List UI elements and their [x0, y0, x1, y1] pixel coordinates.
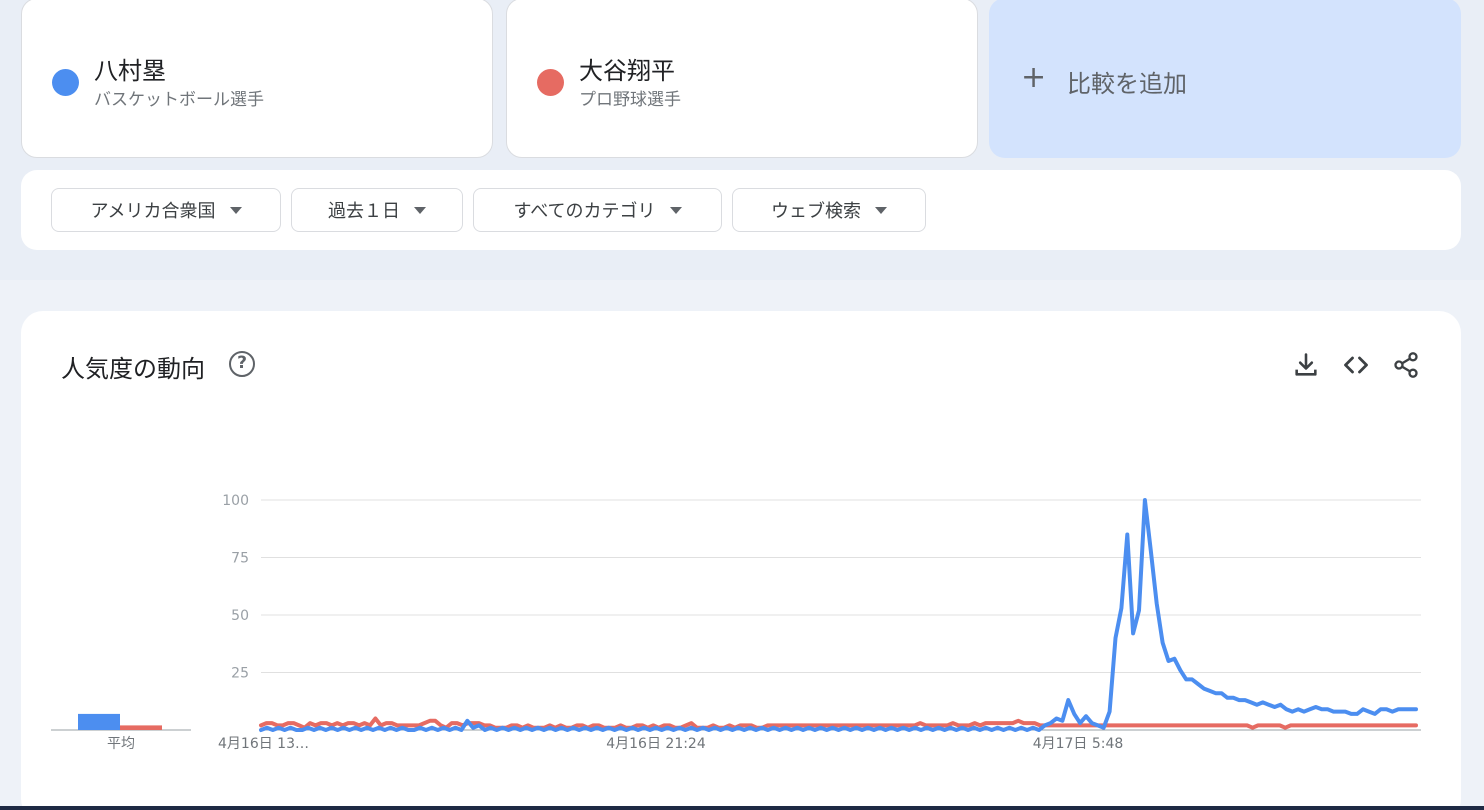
term-name: 大谷翔平: [579, 57, 675, 85]
average-bar: [120, 725, 162, 730]
x-tick-label: 4月17日 5:48: [1033, 736, 1124, 752]
trend-chart: 100 75 50 25 4月16日 13… 4月16日 21:24 4月17日 5:48 平…: [51, 493, 1421, 752]
chevron-down-icon: [875, 206, 887, 214]
term-description: プロ野球選手: [579, 90, 681, 110]
series-line-ohtani: [259, 716, 1418, 730]
interest-over-time-card: 人気度の動向 ? 100 75 50 25 4月16日 13… 4月16日 21:24 4月…: [21, 311, 1461, 810]
y-tick-label: 100: [222, 493, 249, 509]
time-filter-label: 過去１日: [328, 201, 400, 222]
filter-bar: アメリカ合衆国 過去１日 すべてのカテゴリ ウェブ検索: [21, 170, 1461, 250]
x-tick-label: 4月16日 21:24: [606, 736, 706, 752]
average-bar: [78, 713, 120, 730]
time-filter-dropdown[interactable]: 過去１日: [291, 188, 463, 232]
category-filter-dropdown[interactable]: すべてのカテゴリ: [473, 188, 722, 232]
plus-icon: +: [1021, 60, 1047, 95]
term-card-ohtani[interactable]: 大谷翔平 プロ野球選手: [506, 0, 978, 158]
y-tick-label: 75: [231, 551, 249, 567]
series-color-dot: [52, 69, 79, 96]
region-filter-label: アメリカ合衆国: [90, 201, 216, 222]
search-type-filter-label: ウェブ検索: [771, 201, 861, 222]
term-description: バスケットボール選手: [94, 90, 264, 110]
series-color-dot: [537, 69, 564, 96]
term-card-hachimura[interactable]: 八村塁 バスケットボール選手: [21, 0, 493, 158]
taskbar-edge: [0, 806, 1484, 810]
category-filter-label: すべてのカテゴリ: [513, 201, 656, 222]
search-type-filter-dropdown[interactable]: ウェブ検索: [732, 188, 926, 232]
add-comparison-button[interactable]: + 比較を追加: [989, 0, 1461, 158]
region-filter-dropdown[interactable]: アメリカ合衆国: [51, 188, 281, 232]
y-tick-label: 50: [231, 608, 249, 624]
add-comparison-label: 比較を追加: [1067, 70, 1187, 98]
chevron-down-icon: [414, 206, 426, 214]
chevron-down-icon: [669, 206, 682, 214]
chevron-down-icon: [229, 206, 242, 214]
average-label: 平均: [107, 736, 135, 752]
y-tick-label: 25: [231, 666, 249, 682]
x-tick-label: 4月16日 13…: [218, 736, 309, 752]
term-name: 八村塁: [94, 57, 166, 85]
